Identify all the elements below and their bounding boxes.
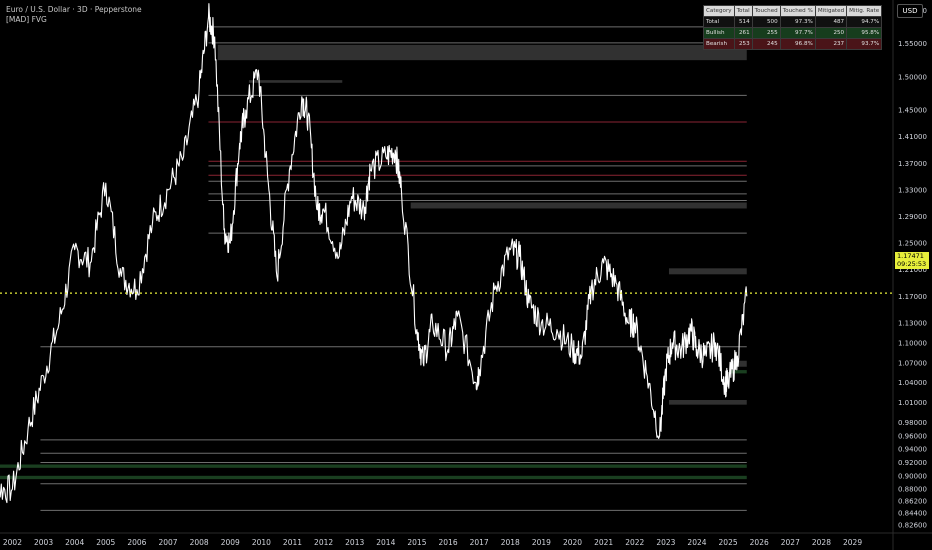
x-tick-label: 2029 — [843, 538, 862, 547]
stats-cell: 96.8% — [779, 38, 816, 50]
x-tick-label: 2014 — [376, 538, 395, 547]
stats-cell: 253 — [733, 38, 753, 50]
x-tick-label: 2013 — [345, 538, 364, 547]
x-tick-label: 2017 — [470, 538, 489, 547]
x-tick-label: 2011 — [283, 538, 302, 547]
x-tick-label: 2027 — [781, 538, 800, 547]
stats-cell: Total — [703, 16, 735, 28]
price-chart[interactable]: 0.82600 0.84400 0.86200 0.88000 0.90000 0.920… — [0, 0, 932, 550]
current-price-label: 1.17471 — [897, 252, 924, 260]
x-tick-label: 2002 — [3, 538, 22, 547]
y-tick-label: 0.92000 — [898, 459, 927, 467]
stats-header-cell: Total — [733, 5, 753, 17]
stats-cell: 95.8% — [846, 27, 883, 39]
bearish-fvg-zone — [668, 268, 747, 275]
bearish-fvg-zone — [217, 44, 747, 61]
y-tick-label: 0.88000 — [898, 486, 927, 494]
bearish-fvg-zone — [248, 80, 343, 83]
x-tick-label: 2010 — [252, 538, 271, 547]
stats-cell: 250 — [814, 27, 848, 39]
y-tick-label: 1.29000 — [898, 213, 927, 221]
x-tick-label: 2025 — [719, 538, 738, 547]
stats-cell: 487 — [814, 16, 848, 28]
x-tick-label: 2007 — [158, 538, 177, 547]
stats-header-row: Category Total Touched Touched % Mitigat… — [703, 5, 883, 17]
x-tick-label: 2018 — [501, 538, 520, 547]
x-tick-label: 2012 — [314, 538, 333, 547]
y-tick-label: 0.90000 — [898, 472, 927, 480]
stats-row-bullish: Bullish 261 255 97.7% 250 95.8% — [703, 27, 883, 39]
x-tick-label: 2019 — [532, 538, 551, 547]
y-tick-label: 1.41000 — [898, 133, 927, 141]
y-tick-label: 1.45000 — [898, 107, 927, 115]
x-tick-label: 2015 — [407, 538, 426, 547]
bullish-fvg-zone — [0, 475, 747, 480]
y-tick-label: 0.82600 — [898, 522, 927, 530]
stats-cell: 261 — [733, 27, 753, 39]
x-tick-label: 2004 — [65, 538, 84, 547]
y-tick-label: 1.50000 — [898, 73, 927, 81]
y-tick-label: 1.37000 — [898, 160, 927, 168]
stats-cell: 97.3% — [779, 16, 816, 28]
stats-header-cell: Mitigated — [814, 5, 848, 17]
stats-row-total: Total 514 500 97.3% 487 94.7% — [703, 16, 883, 28]
stats-cell: Bullish — [703, 27, 735, 39]
stats-header-cell: Category — [703, 5, 735, 17]
y-tick-label: 1.13000 — [898, 319, 927, 327]
stats-header-cell: Touched % — [779, 5, 816, 17]
y-tick-label: 1.10000 — [898, 339, 927, 347]
y-tick-label: 0.86200 — [898, 498, 927, 506]
current-price-tag: 1.17471 09:25:53 — [895, 252, 929, 269]
x-tick-label: 2009 — [221, 538, 240, 547]
x-tick-label: 2021 — [594, 538, 613, 547]
y-tick-label: 0.96000 — [898, 432, 927, 440]
y-tick-label: 1.55000 — [898, 40, 927, 48]
stats-cell: 500 — [751, 16, 781, 28]
stats-row-bearish: Bearish 253 245 96.8% 237 93.7% — [703, 38, 883, 50]
x-tick-label: 2026 — [750, 538, 769, 547]
currency-button[interactable]: USD — [897, 4, 923, 18]
stats-cell: 237 — [814, 38, 848, 50]
stats-cell: 93.7% — [846, 38, 883, 50]
bar-countdown: 09:25:53 — [897, 260, 927, 268]
y-tick-label: 1.33000 — [898, 186, 927, 194]
fvg-stats-table: Category Total Touched Touched % Mitigat… — [703, 5, 883, 50]
stats-cell: 255 — [751, 27, 781, 39]
bearish-fvg-zone — [410, 202, 747, 209]
x-tick-label: 2016 — [439, 538, 458, 547]
y-tick-label: 1.01000 — [898, 399, 927, 407]
stats-header-cell: Touched — [751, 5, 781, 17]
stats-cell: 97.7% — [779, 27, 816, 39]
x-tick-label: 2008 — [190, 538, 209, 547]
y-tick-label: 1.04000 — [898, 379, 927, 387]
price-series-line — [0, 3, 748, 504]
stats-cell: Bearish — [703, 38, 735, 50]
x-tick-label: 2022 — [625, 538, 644, 547]
x-tick-label: 2005 — [96, 538, 115, 547]
x-tick-label: 2020 — [563, 538, 582, 547]
indicator-label[interactable]: [MAD] FVG — [6, 15, 47, 24]
stats-header-cell: Mitig. Rate — [846, 5, 883, 17]
y-tick-label: 0.94000 — [898, 446, 927, 454]
y-tick-label: 1.25000 — [898, 240, 927, 248]
stats-cell: 514 — [733, 16, 753, 28]
x-tick-label: 2028 — [812, 538, 831, 547]
stats-cell: 94.7% — [846, 16, 883, 28]
y-tick-label: 0.84400 — [898, 510, 927, 518]
stats-cell: 245 — [751, 38, 781, 50]
x-tick-label: 2006 — [127, 538, 146, 547]
y-tick-label: 1.07000 — [898, 359, 927, 367]
bullish-fvg-zone — [0, 464, 747, 468]
x-tick-label: 2003 — [34, 538, 53, 547]
x-tick-label: 2024 — [687, 538, 706, 547]
chart-title: Euro / U.S. Dollar · 3D · Pepperstone — [6, 5, 142, 14]
x-tick-label: 2023 — [656, 538, 675, 547]
y-tick-label: 0.98000 — [898, 419, 927, 427]
bearish-fvg-zone — [668, 399, 747, 405]
y-tick-label: 1.17000 — [898, 293, 927, 301]
